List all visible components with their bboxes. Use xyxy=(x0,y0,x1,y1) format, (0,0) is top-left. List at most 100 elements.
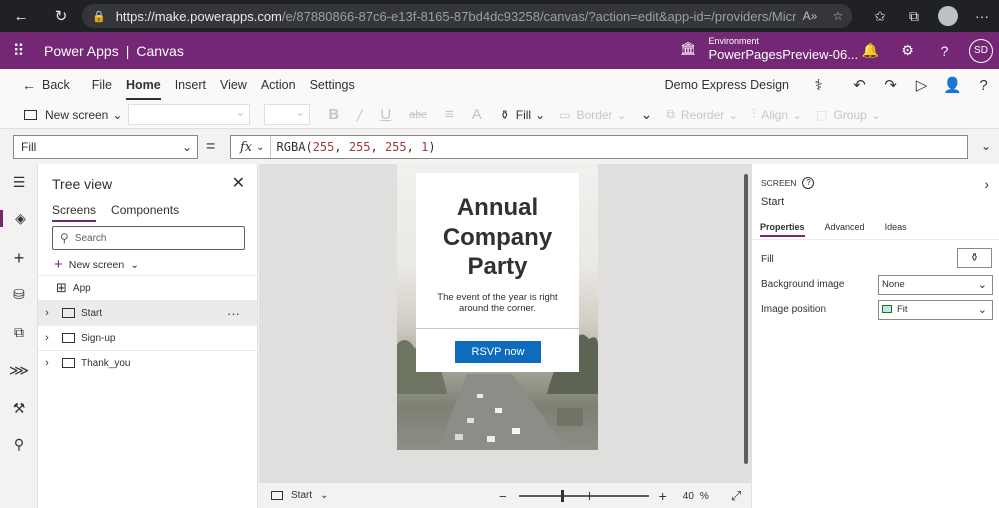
play-preview-icon[interactable]: ▷ xyxy=(906,76,937,94)
zoom-in-icon[interactable]: + xyxy=(659,488,667,504)
help-icon[interactable]: ? xyxy=(802,177,815,189)
zoom-out-icon[interactable]: − xyxy=(499,489,507,504)
zoom-slider[interactable] xyxy=(518,490,649,502)
hamburger-menu-icon[interactable]: ☰ xyxy=(0,174,38,191)
collapse-pane-icon[interactable]: › xyxy=(984,176,989,192)
rsvp-button[interactable]: RSVP now xyxy=(455,341,541,363)
more-options-icon[interactable]: ··· xyxy=(227,306,240,321)
data-database-icon[interactable]: ⛁ xyxy=(0,286,38,303)
collections-icon[interactable]: ⧉ xyxy=(897,8,931,25)
zoom-default-mark xyxy=(588,492,590,500)
browser-refresh-icon[interactable]: ↻ xyxy=(47,2,75,30)
zoom-slider-thumb[interactable] xyxy=(560,490,564,502)
property-dropdown[interactable]: Fill ⌄ xyxy=(13,135,198,159)
expand-formula-icon[interactable]: ⌄ xyxy=(981,139,991,153)
app-checker-icon[interactable]: ⚕ xyxy=(803,76,834,94)
tree-view-layers-icon[interactable]: ◈ xyxy=(0,210,38,227)
strikethrough-icon[interactable]: abc xyxy=(409,109,427,121)
formula-text[interactable]: RGBA(255, 255, 255, 1) xyxy=(269,136,436,158)
share-user-icon[interactable]: 👤 xyxy=(937,76,968,94)
menu-settings[interactable]: Settings xyxy=(303,78,362,92)
favorites-icon[interactable]: ✩ xyxy=(863,8,897,25)
underline-icon[interactable]: U xyxy=(380,106,391,123)
user-avatar[interactable]: SD xyxy=(969,38,993,63)
hero-subtitle[interactable]: The event of the year is right around th… xyxy=(416,292,579,314)
bold-icon[interactable]: B xyxy=(328,106,339,123)
tab-advanced[interactable]: Advanced xyxy=(825,222,865,237)
tab-properties[interactable]: Properties xyxy=(760,222,805,237)
menu-action[interactable]: Action xyxy=(254,78,303,92)
help-question-icon[interactable]: ? xyxy=(968,77,999,94)
image-position-dropdown[interactable]: Fit ⌄ xyxy=(878,300,993,320)
button-card[interactable]: RSVP now xyxy=(416,329,579,372)
settings-gear-icon[interactable]: ⚙ xyxy=(889,42,926,59)
notifications-icon[interactable]: 🔔 xyxy=(852,42,889,59)
zoom-value[interactable]: 40 xyxy=(683,491,694,502)
border-button[interactable]: ▭ Border ⌄ xyxy=(559,108,626,122)
font-color-icon[interactable]: A xyxy=(472,106,482,123)
tab-ideas[interactable]: Ideas xyxy=(885,222,907,237)
tab-components[interactable]: Components xyxy=(111,203,179,222)
search-icon[interactable]: ⚲ xyxy=(0,436,38,453)
hero-card[interactable]: Annual Company Party The event of the ye… xyxy=(416,173,579,328)
canvas-scrollbar[interactable] xyxy=(744,174,748,464)
power-automate-icon[interactable]: ⋙ xyxy=(0,362,38,379)
chevron-right-icon[interactable]: › xyxy=(38,307,56,319)
reorder-button[interactable]: ⧉ Reorder ⌄ xyxy=(666,107,738,122)
design-canvas[interactable]: Annual Company Party The event of the ye… xyxy=(259,164,751,482)
fill-color-picker[interactable]: ⚱ xyxy=(957,248,992,268)
tree-item-start[interactable]: › Start ··· xyxy=(38,300,257,325)
browser-back-icon[interactable]: ← xyxy=(7,2,35,30)
tree-search-input[interactable]: ⚲ Search xyxy=(52,226,245,250)
menu-insert[interactable]: Insert xyxy=(168,78,213,92)
tree-new-screen-button[interactable]: + New screen ⌄ xyxy=(54,256,139,273)
fill-bucket-icon: ⚱ xyxy=(499,107,510,122)
tree-item-sign-up[interactable]: › Sign-up xyxy=(38,325,257,350)
align-button[interactable]: ⫶ Align ⌄ xyxy=(752,107,802,122)
search-icon: ⚲ xyxy=(60,231,69,245)
chevron-right-icon[interactable]: › xyxy=(38,357,56,369)
insert-plus-icon[interactable]: + xyxy=(0,248,38,269)
hero-title[interactable]: Annual Company Party xyxy=(416,193,579,282)
help-icon[interactable]: ? xyxy=(926,43,963,59)
tree-item-app[interactable]: ⊞ App xyxy=(38,275,257,300)
home-ribbon: New screen⌄ B / U abc ≡ A ⚱Fill⌄ ▭Border… xyxy=(0,101,999,128)
ribbon-overflow-chevron-icon[interactable]: ⌄ xyxy=(641,106,653,123)
back-button[interactable]: ← Back xyxy=(0,77,77,93)
group-button[interactable]: ⬚ Group ⌄ xyxy=(816,108,881,122)
text-align-icon[interactable]: ≡ xyxy=(445,106,454,123)
screen-selector[interactable]: Start ⌄ xyxy=(271,490,329,501)
fit-to-window-icon[interactable]: ⤢ xyxy=(731,488,741,504)
font-family-dropdown[interactable] xyxy=(128,104,251,125)
chevron-down-icon: ⌄ xyxy=(181,140,192,154)
favorite-add-icon[interactable]: ☆ xyxy=(824,9,852,23)
menu-view[interactable]: View xyxy=(213,78,254,92)
app-launcher-icon[interactable]: ⠿ xyxy=(0,41,36,61)
browser-profile-avatar[interactable] xyxy=(938,6,958,26)
chevron-right-icon[interactable]: › xyxy=(38,332,56,344)
redo-icon[interactable]: ↷ xyxy=(875,76,906,94)
tree-item-thank-you[interactable]: › Thank_you xyxy=(38,350,257,375)
undo-icon[interactable]: ↶ xyxy=(844,76,875,94)
fill-button[interactable]: ⚱ Fill ⌄ xyxy=(500,108,545,122)
italic-icon[interactable]: / xyxy=(357,106,362,124)
new-screen-button[interactable]: New screen ⌄ xyxy=(24,108,122,122)
app-grid-icon: ⊞ xyxy=(56,280,67,295)
advanced-tools-icon[interactable]: ⚒ xyxy=(0,400,38,417)
background-image-dropdown[interactable]: None ⌄ xyxy=(878,275,993,295)
environment-picker[interactable]: 🏛 Environment PowerPagesPreview-06... xyxy=(680,36,858,62)
formula-input[interactable]: fx ⌄ RGBA(255, 255, 255, 1) xyxy=(230,135,968,159)
fx-icon[interactable]: fx xyxy=(231,140,256,155)
menu-home[interactable]: Home xyxy=(119,78,168,100)
address-bar[interactable]: 🔒 https://make.powerapps.com/e/87880866-… xyxy=(82,4,852,28)
tab-screens[interactable]: Screens xyxy=(52,203,97,222)
read-aloud-icon[interactable]: A» xyxy=(796,9,824,23)
menu-file[interactable]: File xyxy=(85,78,119,92)
screen-preview[interactable]: Annual Company Party The event of the ye… xyxy=(397,164,598,450)
command-menu: ← Back File Home Insert View Action Setti… xyxy=(0,69,999,101)
close-icon[interactable]: ✕ xyxy=(232,173,245,193)
media-icon[interactable]: ⧉ xyxy=(0,324,38,341)
browser-menu-icon[interactable]: ··· xyxy=(965,8,999,24)
fx-chevron-icon[interactable]: ⌄ xyxy=(256,142,264,153)
font-size-dropdown[interactable] xyxy=(264,104,311,125)
